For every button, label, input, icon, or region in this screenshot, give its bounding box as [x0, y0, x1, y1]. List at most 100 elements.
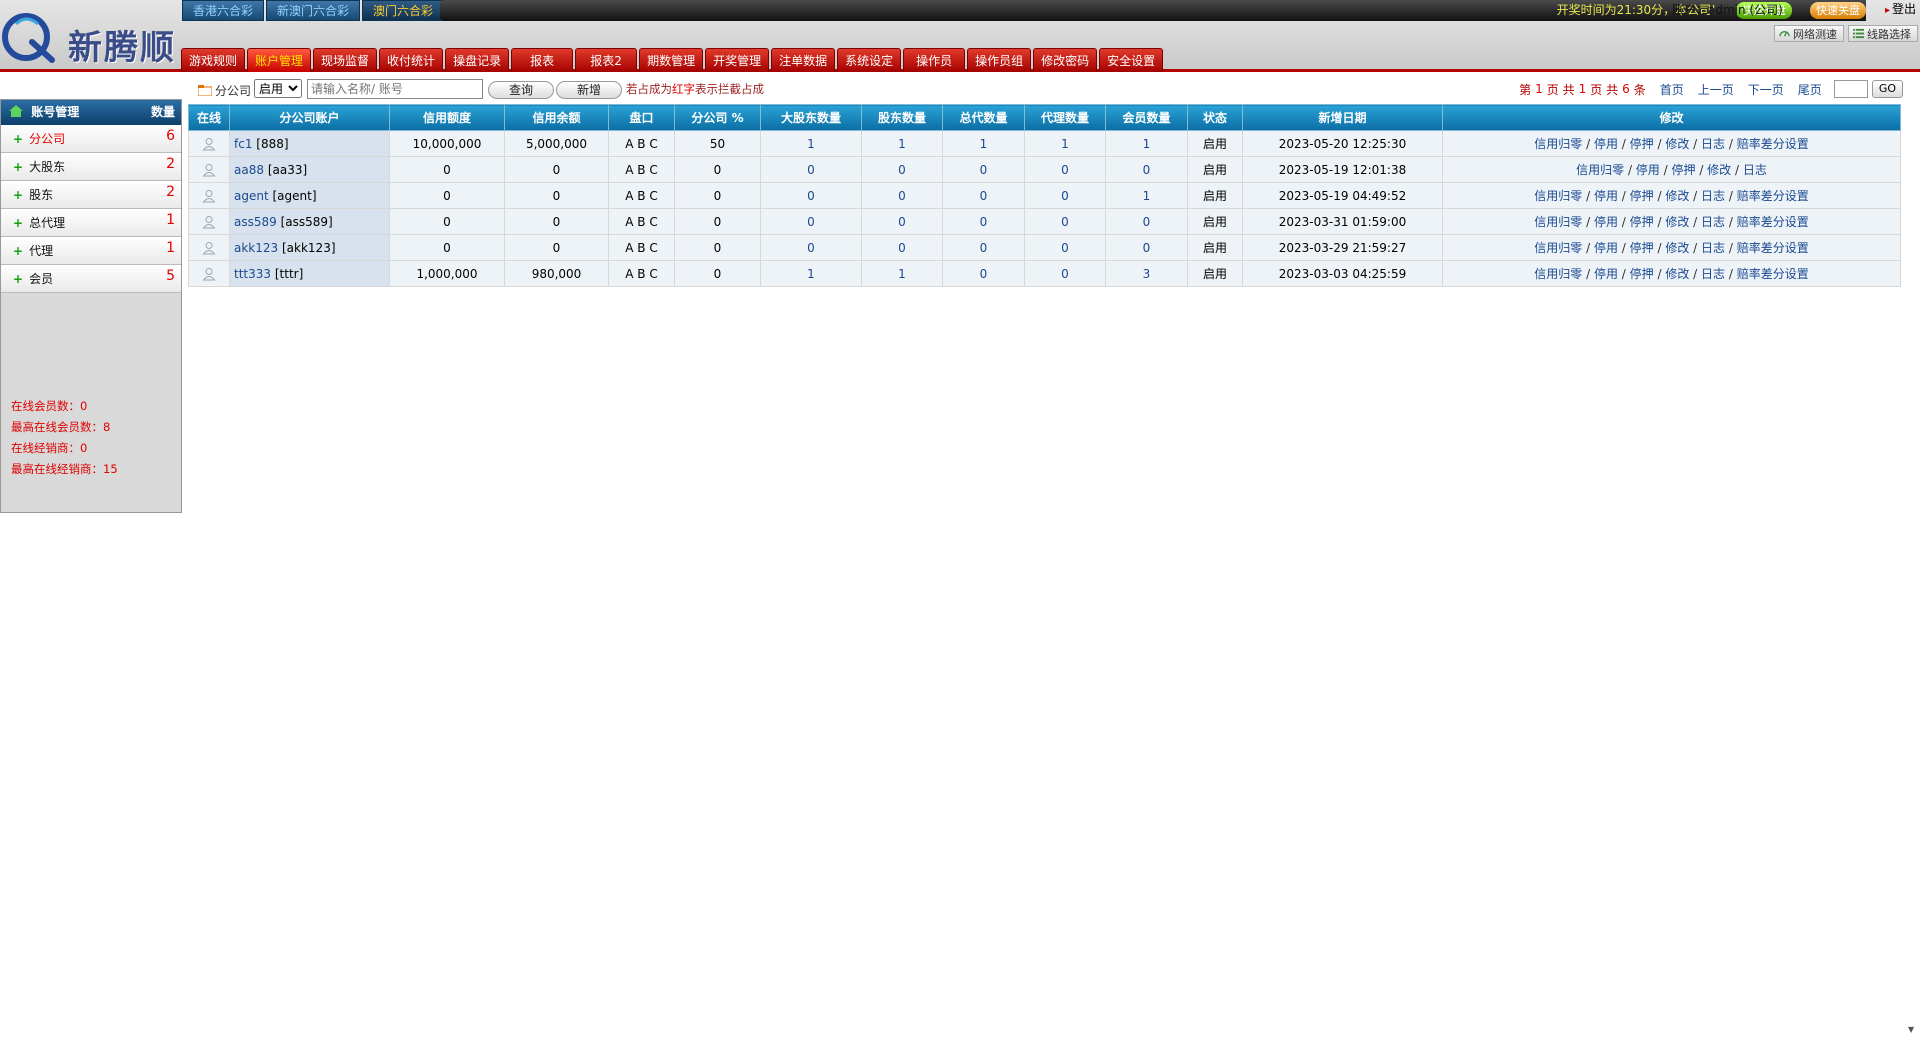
agent-count-value[interactable]: 1	[1061, 137, 1069, 151]
general-agent-count-link[interactable]: 0	[942, 208, 1025, 235]
edit-link[interactable]: 修改	[1665, 189, 1689, 203]
search-input[interactable]	[307, 79, 483, 99]
nav-draw-management[interactable]: 开奖管理	[705, 48, 770, 72]
suspend-bet-link[interactable]: 停押	[1630, 267, 1654, 281]
log-link[interactable]: 日志	[1701, 215, 1725, 229]
sidebar-item-agent[interactable]: + 代理 1	[1, 237, 181, 265]
nav-live-monitor[interactable]: 现场监督	[313, 48, 378, 72]
pager-last[interactable]: 尾页	[1798, 81, 1822, 98]
pager-next[interactable]: 下一页	[1748, 81, 1784, 98]
agent-count-value[interactable]: 0	[1061, 267, 1069, 281]
member-count-link[interactable]: 0	[1105, 156, 1188, 183]
disable-link[interactable]: 停用	[1594, 241, 1618, 255]
log-link[interactable]: 日志	[1701, 241, 1725, 255]
major-shareholder-count-link[interactable]: 0	[760, 234, 862, 261]
shareholder-count-link[interactable]: 0	[861, 182, 943, 209]
shareholder-count-value[interactable]: 0	[898, 215, 906, 229]
disable-link[interactable]: 停用	[1636, 163, 1660, 177]
member-count-value[interactable]: 0	[1143, 163, 1151, 177]
network-test-button[interactable]: 网络测速	[1774, 25, 1844, 42]
major-shareholder-count-value[interactable]: 0	[807, 241, 815, 255]
agent-count-value[interactable]: 0	[1061, 189, 1069, 203]
reset-credit-link[interactable]: 信用归零	[1534, 215, 1582, 229]
shareholder-count-value[interactable]: 0	[898, 241, 906, 255]
general-agent-count-value[interactable]: 0	[980, 163, 988, 177]
member-count-link[interactable]: 3	[1105, 260, 1188, 287]
agent-count-value[interactable]: 0	[1061, 215, 1069, 229]
general-agent-count-value[interactable]: 0	[980, 215, 988, 229]
major-shareholder-count-value[interactable]: 0	[807, 215, 815, 229]
account-link[interactable]: fc1	[234, 137, 252, 151]
log-link[interactable]: 日志	[1701, 137, 1725, 151]
sidebar-item-general-agent[interactable]: + 总代理 1	[1, 209, 181, 237]
member-count-value[interactable]: 1	[1143, 137, 1151, 151]
major-shareholder-count-value[interactable]: 0	[807, 189, 815, 203]
lottery-tab-macau[interactable]: 澳门六合彩	[362, 0, 445, 21]
odds-diff-settings-link[interactable]: 赔率差分设置	[1737, 267, 1809, 281]
major-shareholder-count-link[interactable]: 0	[760, 182, 862, 209]
account-link[interactable]: aa88	[234, 163, 264, 177]
odds-diff-settings-link[interactable]: 赔率差分设置	[1737, 215, 1809, 229]
sidebar-item-branch[interactable]: + 分公司 6	[1, 125, 181, 153]
member-count-value[interactable]: 3	[1143, 267, 1151, 281]
reset-credit-link[interactable]: 信用归零	[1534, 241, 1582, 255]
suspend-bet-link[interactable]: 停押	[1630, 189, 1654, 203]
nav-report[interactable]: 报表	[511, 48, 574, 72]
general-agent-count-link[interactable]: 1	[942, 130, 1025, 157]
pager-prev[interactable]: 上一页	[1698, 81, 1734, 98]
member-count-link[interactable]: 0	[1105, 234, 1188, 261]
major-shareholder-count-value[interactable]: 1	[807, 267, 815, 281]
shareholder-count-link[interactable]: 1	[861, 130, 943, 157]
nav-payment-stats[interactable]: 收付统计	[379, 48, 444, 72]
general-agent-count-value[interactable]: 0	[980, 189, 988, 203]
nav-change-password[interactable]: 修改密码	[1033, 48, 1098, 72]
account-link[interactable]: ass589	[234, 215, 277, 229]
pager-first[interactable]: 首页	[1660, 81, 1684, 98]
nav-operators[interactable]: 操作员	[903, 48, 966, 72]
disable-link[interactable]: 停用	[1594, 137, 1618, 151]
edit-link[interactable]: 修改	[1707, 163, 1731, 177]
sidebar-item-member[interactable]: + 会员 5	[1, 265, 181, 293]
reset-credit-link[interactable]: 信用归零	[1534, 189, 1582, 203]
nav-game-rules[interactable]: 游戏规则	[181, 48, 246, 72]
pager-go-button[interactable]: GO	[1871, 80, 1903, 98]
major-shareholder-count-value[interactable]: 0	[807, 163, 815, 177]
shareholder-count-value[interactable]: 0	[898, 163, 906, 177]
edit-link[interactable]: 修改	[1665, 137, 1689, 151]
nav-account-management[interactable]: 账户管理	[247, 48, 312, 72]
shareholder-count-link[interactable]: 0	[861, 156, 943, 183]
nav-report-2[interactable]: 报表2	[575, 48, 638, 72]
query-button[interactable]: 查询	[488, 81, 554, 99]
shareholder-count-value[interactable]: 1	[898, 267, 906, 281]
logout-link[interactable]: 登出	[1885, 0, 1916, 20]
sidebar-item-shareholder[interactable]: + 股东 2	[1, 181, 181, 209]
agent-count-link[interactable]: 0	[1024, 208, 1106, 235]
suspend-bet-link[interactable]: 停押	[1630, 215, 1654, 229]
nav-trading-log[interactable]: 操盘记录	[445, 48, 510, 72]
pager-page-input[interactable]	[1833, 80, 1868, 98]
status-select[interactable]: 启用	[254, 79, 302, 98]
nav-period-management[interactable]: 期数管理	[639, 48, 704, 72]
reset-credit-link[interactable]: 信用归零	[1576, 163, 1624, 177]
reset-credit-link[interactable]: 信用归零	[1534, 267, 1582, 281]
general-agent-count-link[interactable]: 0	[942, 182, 1025, 209]
agent-count-link[interactable]: 0	[1024, 234, 1106, 261]
shareholder-count-value[interactable]: 0	[898, 189, 906, 203]
major-shareholder-count-link[interactable]: 0	[760, 208, 862, 235]
disable-link[interactable]: 停用	[1594, 215, 1618, 229]
nav-operator-groups[interactable]: 操作员组	[967, 48, 1032, 72]
lottery-tab-new-macau[interactable]: 新澳门六合彩	[266, 0, 361, 21]
agent-count-link[interactable]: 0	[1024, 182, 1106, 209]
log-link[interactable]: 日志	[1701, 267, 1725, 281]
member-count-link[interactable]: 1	[1105, 182, 1188, 209]
sidebar-item-major-shareholder[interactable]: + 大股东 2	[1, 153, 181, 181]
member-count-value[interactable]: 0	[1143, 241, 1151, 255]
nav-system-settings[interactable]: 系统设定	[837, 48, 902, 72]
agent-count-link[interactable]: 0	[1024, 156, 1106, 183]
edit-link[interactable]: 修改	[1665, 215, 1689, 229]
shareholder-count-value[interactable]: 1	[898, 137, 906, 151]
agent-count-link[interactable]: 1	[1024, 130, 1106, 157]
general-agent-count-link[interactable]: 0	[942, 260, 1025, 287]
agent-count-value[interactable]: 0	[1061, 163, 1069, 177]
major-shareholder-count-link[interactable]: 1	[760, 260, 862, 287]
